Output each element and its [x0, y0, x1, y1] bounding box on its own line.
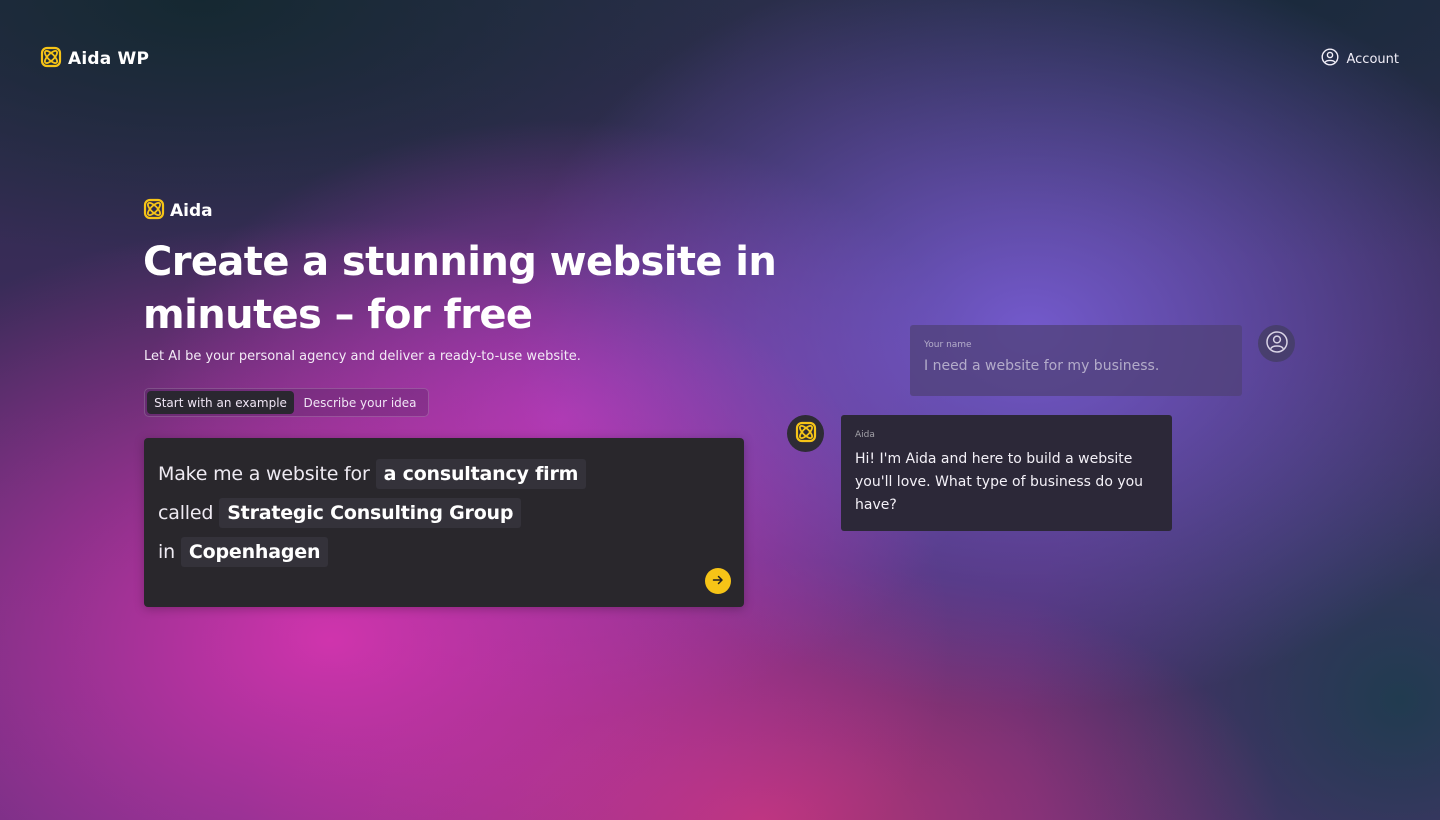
hero-logo: Aida	[143, 198, 213, 224]
user-message-bubble: Your name I need a website for my busine…	[910, 325, 1242, 396]
user-circle-icon	[1265, 330, 1289, 358]
prompt-line: Make me a website for a consultancy firm	[158, 454, 730, 493]
aida-logo-icon	[795, 421, 817, 447]
brand-name: Aida WP	[68, 49, 150, 69]
user-message-text: I need a website for my business.	[924, 358, 1160, 374]
prompt-line: in Copenhagen	[158, 532, 730, 571]
headline-line-1: Create a stunning website in	[143, 239, 777, 285]
page-subtitle: Let AI be your personal agency and deliv…	[144, 349, 581, 364]
prompt-text: called	[158, 501, 214, 524]
location-chip[interactable]: Copenhagen	[180, 536, 329, 567]
tab-start-with-example[interactable]: Start with an example	[147, 391, 294, 414]
page-title: Create a stunning website in minutes – f…	[143, 236, 783, 342]
business-name-chip[interactable]: Strategic Consulting Group	[219, 497, 522, 528]
mode-tabs: Start with an example Describe your idea	[144, 388, 429, 417]
aida-logo-icon	[40, 46, 62, 72]
aida-message-bubble: Aida Hi! I'm Aida and here to build a we…	[841, 415, 1172, 531]
aida-avatar	[787, 415, 824, 452]
business-type-chip[interactable]: a consultancy firm	[375, 458, 587, 489]
aida-message-text: Hi! I'm Aida and here to build a website…	[855, 451, 1144, 513]
hero-logo-text: Aida	[170, 201, 213, 221]
arrow-right-icon	[711, 572, 725, 591]
user-circle-icon	[1320, 48, 1339, 70]
prompt-text: in	[158, 540, 175, 563]
send-button[interactable]	[705, 568, 731, 594]
prompt-line: called Strategic Consulting Group	[158, 493, 730, 532]
prompt-text: Make me a website for	[158, 462, 370, 485]
account-button[interactable]: Account	[1320, 48, 1400, 70]
prompt-card: Make me a website for a consultancy firm…	[144, 438, 744, 607]
aida-logo-icon	[143, 198, 165, 224]
aida-message-label: Aida	[855, 430, 875, 440]
headline-line-2: minutes – for free	[143, 292, 533, 338]
tab-describe-your-idea[interactable]: Describe your idea	[294, 391, 426, 414]
brand[interactable]: Aida WP	[40, 46, 149, 72]
avatar	[1258, 325, 1295, 362]
account-label: Account	[1346, 51, 1400, 67]
user-message-label: Your name	[924, 340, 972, 350]
